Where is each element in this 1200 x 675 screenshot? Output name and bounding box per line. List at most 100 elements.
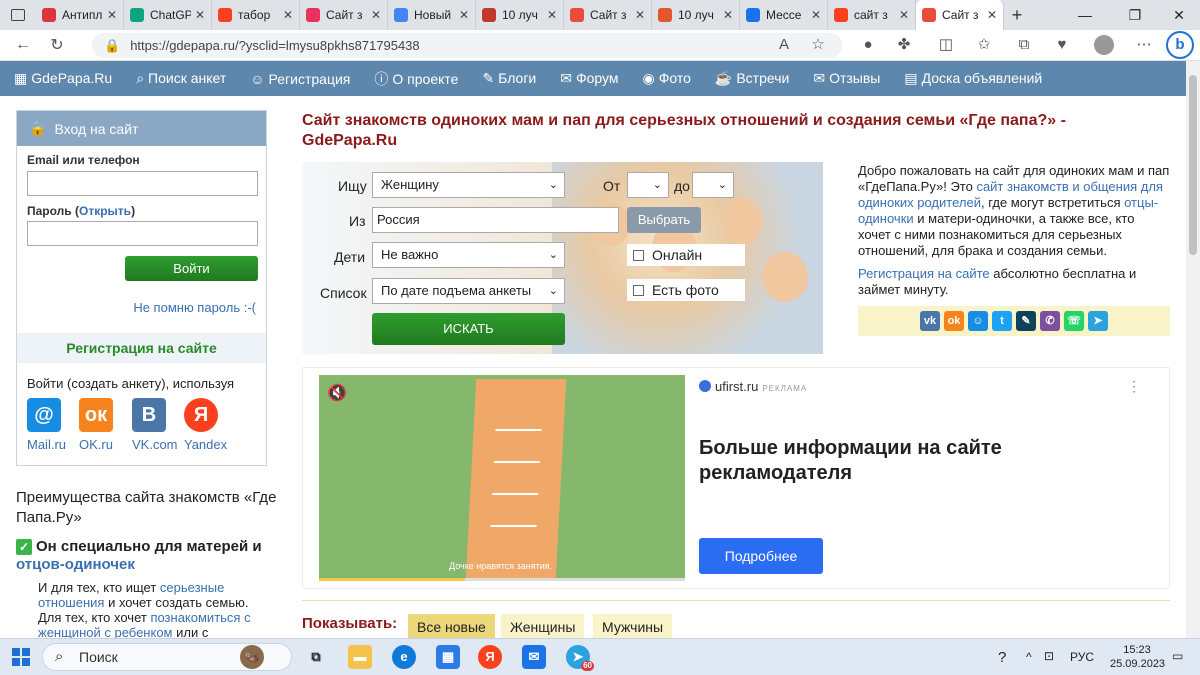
age-to-select[interactable]: ⌄ [692,172,734,198]
edge-icon[interactable]: e [392,645,416,669]
new-tab-button[interactable]: + [1004,5,1030,26]
browser-tab[interactable]: Новый ✕ [388,0,476,30]
ok-icon[interactable]: ок [79,398,113,432]
close-tab-icon[interactable]: ✕ [899,8,909,22]
close-tab-icon[interactable]: ✕ [723,8,733,22]
nav-register[interactable]: ☺ Регистрация [250,71,350,87]
browser-tab[interactable]: Сайт з ✕ [300,0,388,30]
show-password-link[interactable]: Открыть [79,204,131,218]
age-from-select[interactable]: ⌄ [627,172,669,198]
nav-blogs[interactable]: ✎ Блоги [482,70,536,87]
restore-button[interactable]: ❐ [1112,0,1158,30]
forgot-password-link[interactable]: Не помню пароль :-( [133,300,256,315]
url-bar[interactable]: 🔒 https://gdepapa.ru/?ysclid=lmysu8pkhs8… [92,33,842,58]
close-tab-icon[interactable]: ✕ [635,8,645,22]
whatsapp-icon[interactable]: ☏ [1064,311,1084,331]
ad-video[interactable]: 🔇 Дочке нравятся занятия. [319,375,685,581]
ok-icon[interactable]: ok [944,311,964,331]
collections-icon[interactable]: ⧉ [1012,33,1036,57]
list-order-select[interactable]: По дате подъема анкеты ⌄ [372,278,565,304]
vk-link[interactable]: VK.com [132,437,178,452]
scrollbar-thumb[interactable] [1189,75,1197,255]
online-checkbox[interactable]: Онлайн [627,244,745,266]
place-input[interactable]: Россия [372,207,619,233]
login-button[interactable]: Войти [125,256,258,281]
favorites-icon[interactable]: ✩ [972,33,996,57]
ad-more-button[interactable]: Подробнее [699,538,823,574]
language-indicator[interactable]: РУС [1070,650,1094,664]
help-icon[interactable]: ? [998,649,1006,666]
browser-tab[interactable]: 10 луч ✕ [652,0,740,30]
nav-reviews[interactable]: ✉ Отзывы [813,70,880,87]
nav-forum[interactable]: ✉ Форум [560,70,618,87]
notification-icon[interactable]: ▭ [1172,649,1183,663]
email-field[interactable] [27,171,258,196]
browser-tab[interactable]: 10 луч ✕ [476,0,564,30]
browser-tab[interactable]: табор ✕ [212,0,300,30]
close-tab-icon[interactable]: ✕ [283,8,293,22]
browser-tab[interactable]: Сайт з ✕ [916,0,1004,30]
network-icon[interactable]: ⊡ [1044,649,1054,663]
password-field[interactable] [27,221,258,246]
tray-chevron-icon[interactable]: ^ [1026,650,1032,664]
vk-icon[interactable]: vk [920,311,940,331]
split-screen-icon[interactable]: ◫ [934,33,958,57]
mailru-link[interactable]: Mail.ru [27,437,66,452]
filter-women[interactable]: Женщины [501,614,585,638]
store-icon[interactable]: ▦ [436,645,460,669]
search-button[interactable]: ИСКАТЬ [372,313,565,345]
ad-source[interactable]: ufirst.ru РЕКЛАМА [699,379,807,394]
nav-photo[interactable]: ◉ Фото [643,70,691,87]
nav-search[interactable]: ⌕ Поиск анкет [136,70,226,87]
register-link[interactable]: Регистрация на сайте [17,333,266,363]
clock[interactable]: 15:23 25.09.2023 [1110,643,1165,671]
close-window-button[interactable]: ✕ [1156,0,1200,30]
filter-men[interactable]: Мужчины [593,614,673,638]
viber-icon[interactable]: ✆ [1040,311,1060,331]
livejournal-icon[interactable]: ✎ [1016,311,1036,331]
mail-icon[interactable]: ✉ [522,645,546,669]
ok-link[interactable]: OK.ru [79,437,113,452]
nav-home[interactable]: ▦ GdePapa.Ru [14,70,112,87]
file-explorer-icon[interactable]: ▬ [348,645,372,669]
nav-meetings[interactable]: ☕ Встречи [715,70,789,87]
ad-menu-icon[interactable]: ⋮ [1127,378,1141,395]
minimize-button[interactable]: — [1062,0,1108,30]
seek-select[interactable]: Женщину ⌄ [372,172,565,198]
extension-icon[interactable]: ● [856,33,880,57]
browser-tab[interactable]: Антипл ✕ [36,0,124,30]
yandex-link[interactable]: Yandex [184,437,227,452]
close-tab-icon[interactable]: ✕ [459,8,469,22]
page-scrollbar[interactable] [1186,61,1200,638]
mute-icon[interactable]: 🔇 [327,383,347,403]
task-view-icon[interactable]: ⧉ [304,645,328,669]
profile-avatar[interactable] [1092,33,1116,57]
close-tab-icon[interactable]: ✕ [195,8,205,22]
yandex-icon[interactable]: Я [184,398,218,432]
browser-tab[interactable]: сайт з ✕ [828,0,916,30]
nav-board[interactable]: ▤ Доска объявлений [904,70,1042,87]
browser-tab[interactable]: Сайт з ✕ [564,0,652,30]
choose-place-button[interactable]: Выбрать [627,207,701,233]
close-tab-icon[interactable]: ✕ [811,8,821,22]
performance-icon[interactable]: ♥ [1050,33,1074,57]
mailru-icon[interactable]: @ [27,398,61,432]
filter-all-new[interactable]: Все новые [408,614,495,638]
browser-tab[interactable]: ChatGP ✕ [124,0,212,30]
vk-icon[interactable]: В [132,398,166,432]
has-photo-checkbox[interactable]: Есть фото [627,279,745,301]
windows-start-icon[interactable] [12,648,30,666]
kids-select[interactable]: Не важно ⌄ [372,242,565,268]
telegram-icon[interactable]: ➤ [1088,311,1108,331]
registration-link[interactable]: Регистрация на сайте [858,266,990,281]
otter-widget-icon[interactable]: 🦦 [240,645,264,669]
read-aloud-icon[interactable]: A [772,33,796,57]
refresh-icon[interactable]: ↻ [42,35,72,55]
close-tab-icon[interactable]: ✕ [107,8,117,22]
twitter-icon[interactable]: t [992,311,1012,331]
favorite-star-icon[interactable]: ☆ [806,33,830,57]
yandex-browser-icon[interactable]: Я [478,645,502,669]
extensions-icon[interactable]: ✤ [892,33,916,57]
back-icon[interactable]: ← [8,36,38,54]
nav-about[interactable]: ⓘ О проекте [374,69,458,89]
